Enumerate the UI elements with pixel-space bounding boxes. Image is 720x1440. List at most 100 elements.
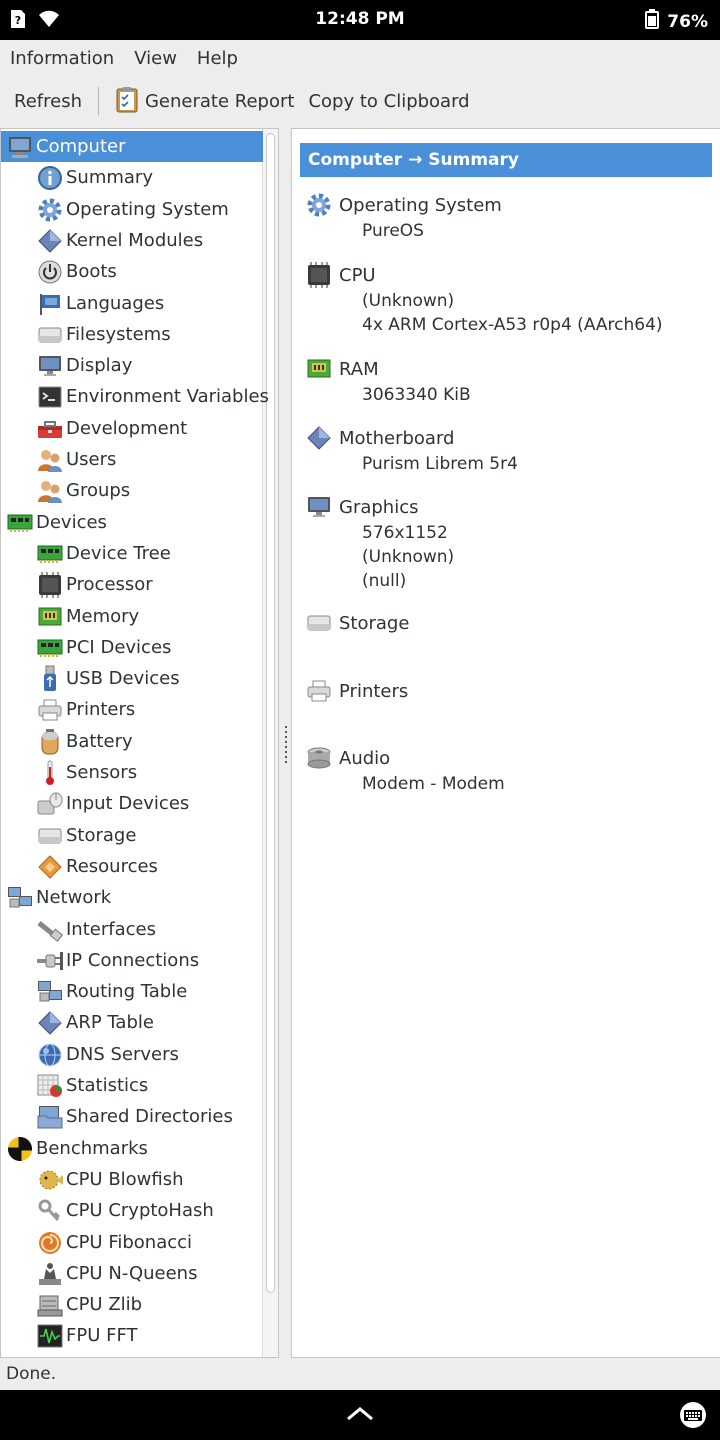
tree-item-input-devices[interactable]: Input Devices	[1, 788, 263, 819]
tree-item-interfaces[interactable]: Interfaces	[1, 914, 263, 945]
tree-item-operating-system[interactable]: Operating System	[1, 194, 263, 225]
tree-item-label: CPU Zlib	[66, 1294, 143, 1315]
section-title: Audio	[339, 747, 391, 769]
toolbar-separator	[97, 87, 99, 115]
network-icon	[6, 885, 34, 911]
tree-category-network[interactable]: Network	[1, 882, 263, 913]
resources-icon	[36, 854, 64, 880]
tree-item-filesystems[interactable]: Filesystems	[1, 319, 263, 350]
section-value: 3063340 KiB	[362, 385, 471, 405]
tree-item-users[interactable]: Users	[1, 444, 263, 475]
tree-item-ip-connections[interactable]: IP Connections	[1, 945, 263, 976]
tree-item-storage[interactable]: Storage	[1, 820, 263, 851]
tree-item-sensors[interactable]: Sensors	[1, 757, 263, 788]
power-icon	[36, 259, 64, 285]
toolbar: Refresh Generate Report Copy to Clipboar…	[0, 78, 720, 124]
tree-item-development[interactable]: Development	[1, 413, 263, 444]
tree-item-cpu-zlib[interactable]: CPU Zlib	[1, 1289, 263, 1320]
section-value: PureOS	[362, 221, 424, 241]
tree-item-arp-table[interactable]: ARP Table	[1, 1007, 263, 1038]
cable-icon	[36, 917, 64, 943]
section-heading: Storage	[304, 609, 409, 637]
section-title: Operating System	[339, 194, 502, 216]
tree-item-processor[interactable]: Processor	[1, 569, 263, 600]
ram-icon	[304, 355, 334, 383]
section-title: Graphics	[339, 496, 419, 518]
tree-item-label: Groups	[66, 480, 131, 501]
section-value: 4x ARM Cortex-A53 r0p4 (AArch64)	[362, 315, 663, 335]
tree-item-routing-table[interactable]: Routing Table	[1, 976, 263, 1007]
section-title: Printers	[339, 680, 409, 702]
system-status-bar: ? 12:48 PM 76%	[0, 0, 720, 40]
chart-icon	[36, 1073, 64, 1099]
category-tree[interactable]: Computer Summary Operating System Kernel Mo…	[0, 128, 279, 1358]
copy-to-clipboard-button[interactable]: Copy to Clipboard	[306, 81, 471, 121]
tree-item-display[interactable]: Display	[1, 350, 263, 381]
benchmark-icon	[6, 1136, 34, 1162]
navigation-bar	[0, 1390, 720, 1440]
tree-item-battery[interactable]: Battery	[1, 726, 263, 757]
tree-item-label: Interfaces	[66, 919, 156, 940]
tree-item-cpu-n-queens[interactable]: CPU N-Queens	[1, 1258, 263, 1289]
board-icon	[6, 510, 34, 536]
keyboard-icon[interactable]	[678, 1402, 708, 1432]
section-heading: Motherboard	[304, 424, 518, 452]
section-heading: Graphics	[304, 493, 454, 521]
tree-item-label: CPU N-Queens	[66, 1263, 198, 1284]
tree-item-label: CPU CryptoHash	[66, 1200, 214, 1221]
generate-report-label: Generate Report	[144, 90, 295, 112]
tree-item-device-tree[interactable]: Device Tree	[1, 538, 263, 569]
input-icon	[36, 791, 64, 817]
refresh-button[interactable]: Refresh	[12, 81, 84, 121]
tree-item-kernel-modules[interactable]: Kernel Modules	[1, 225, 263, 256]
tree-item-printers[interactable]: Printers	[1, 694, 263, 725]
audio-icon	[304, 744, 334, 772]
generate-report-button[interactable]: Generate Report	[113, 81, 296, 121]
tree-item-languages[interactable]: Languages	[1, 288, 263, 319]
plug-icon	[36, 948, 64, 974]
section-title: Storage	[339, 612, 410, 634]
tree-item-boots[interactable]: Boots	[1, 256, 263, 287]
tree-item-resources[interactable]: Resources	[1, 851, 263, 882]
tree-item-cpu-cryptohash[interactable]: CPU CryptoHash	[1, 1195, 263, 1226]
tree-item-cpu-fibonacci[interactable]: CPU Fibonacci	[1, 1227, 263, 1258]
tree-item-shared-directories[interactable]: Shared Directories	[1, 1101, 263, 1132]
drive-icon	[36, 823, 64, 849]
chevron-up-icon[interactable]	[345, 1404, 375, 1428]
tree-item-label: Input Devices	[66, 793, 190, 814]
tree-item-label: IP Connections	[66, 950, 200, 971]
menu-help[interactable]: Help	[197, 48, 238, 69]
tree-item-cpu-blowfish[interactable]: CPU Blowfish	[1, 1164, 263, 1195]
users-icon	[36, 447, 64, 473]
tree-scrollbar[interactable]	[262, 129, 278, 1357]
summary-section-graphics: Graphics 576x1152 (Unknown) (null)	[304, 493, 454, 593]
menu-view[interactable]: View	[134, 48, 177, 69]
tree-item-usb-devices[interactable]: USB Devices	[1, 663, 263, 694]
tree-item-pci-devices[interactable]: PCI Devices	[1, 632, 263, 663]
section-heading: RAM	[304, 355, 471, 383]
tree-item-fpu-fft[interactable]: FPU FFT	[1, 1320, 263, 1351]
tree-item-summary[interactable]: Summary	[1, 162, 263, 193]
tree-category-devices[interactable]: Devices	[1, 507, 263, 538]
menu-information[interactable]: Information	[10, 48, 114, 69]
section-heading: Operating System	[304, 191, 502, 219]
tree-item-dns-servers[interactable]: DNS Servers	[1, 1039, 263, 1070]
tree-item-environment-variables[interactable]: Environment Variables	[1, 381, 269, 412]
tree-item-label: Routing Table	[66, 981, 188, 1002]
section-title: CPU	[339, 264, 376, 286]
tree-item-label: Resources	[66, 856, 158, 877]
tree-scrollbar-thumb[interactable]	[266, 133, 275, 1293]
users-icon	[36, 478, 64, 504]
tree-item-statistics[interactable]: Statistics	[1, 1070, 263, 1101]
battery-status-icon	[645, 9, 660, 34]
tree-item-label: DNS Servers	[66, 1044, 179, 1065]
report-icon	[115, 85, 139, 118]
section-value: (Unknown)	[362, 547, 455, 567]
pane-splitter-handle[interactable]	[283, 726, 289, 766]
copy-label: Copy to Clipboard	[308, 90, 470, 112]
tree-item-label: Filesystems	[66, 324, 171, 345]
tree-item-memory[interactable]: Memory	[1, 601, 263, 632]
tree-category-computer[interactable]: Computer	[1, 131, 263, 162]
tree-item-groups[interactable]: Groups	[1, 475, 263, 506]
tree-category-benchmarks[interactable]: Benchmarks	[1, 1133, 263, 1164]
